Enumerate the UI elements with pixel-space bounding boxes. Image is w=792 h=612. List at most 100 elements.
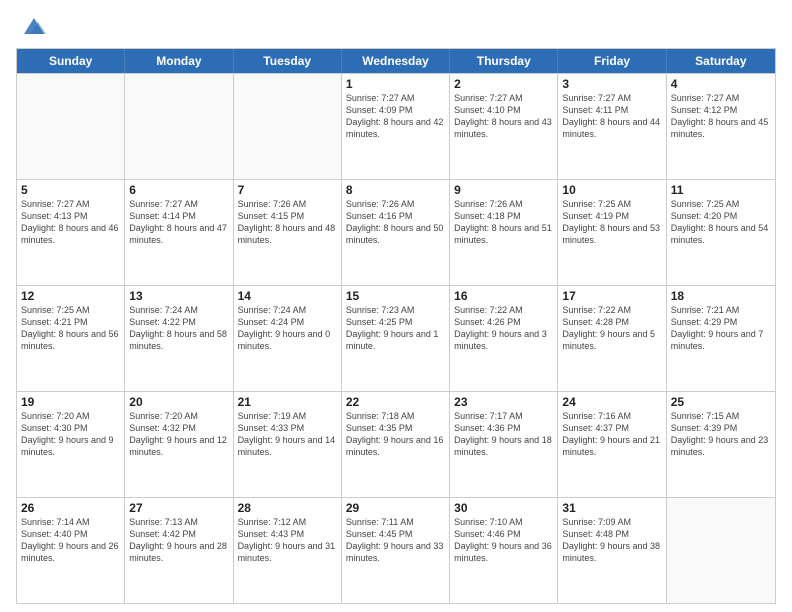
day-number: 22: [346, 395, 445, 409]
page-header: [16, 12, 776, 40]
day-number: 12: [21, 289, 120, 303]
calendar-cell: 15Sunrise: 7:23 AM Sunset: 4:25 PM Dayli…: [342, 286, 450, 391]
calendar-row-1: 5Sunrise: 7:27 AM Sunset: 4:13 PM Daylig…: [17, 179, 775, 285]
day-number: 9: [454, 183, 553, 197]
day-info: Sunrise: 7:26 AM Sunset: 4:16 PM Dayligh…: [346, 198, 445, 247]
day-info: Sunrise: 7:11 AM Sunset: 4:45 PM Dayligh…: [346, 516, 445, 565]
day-info: Sunrise: 7:22 AM Sunset: 4:28 PM Dayligh…: [562, 304, 661, 353]
calendar-cell: 27Sunrise: 7:13 AM Sunset: 4:42 PM Dayli…: [125, 498, 233, 603]
day-info: Sunrise: 7:09 AM Sunset: 4:48 PM Dayligh…: [562, 516, 661, 565]
logo-icon: [20, 12, 48, 40]
calendar-cell: [17, 74, 125, 179]
day-info: Sunrise: 7:24 AM Sunset: 4:24 PM Dayligh…: [238, 304, 337, 353]
day-info: Sunrise: 7:25 AM Sunset: 4:19 PM Dayligh…: [562, 198, 661, 247]
calendar-cell: 11Sunrise: 7:25 AM Sunset: 4:20 PM Dayli…: [667, 180, 775, 285]
calendar-cell: 24Sunrise: 7:16 AM Sunset: 4:37 PM Dayli…: [558, 392, 666, 497]
calendar-cell: 29Sunrise: 7:11 AM Sunset: 4:45 PM Dayli…: [342, 498, 450, 603]
calendar-body: 1Sunrise: 7:27 AM Sunset: 4:09 PM Daylig…: [17, 73, 775, 603]
day-info: Sunrise: 7:27 AM Sunset: 4:09 PM Dayligh…: [346, 92, 445, 141]
day-number: 3: [562, 77, 661, 91]
day-info: Sunrise: 7:14 AM Sunset: 4:40 PM Dayligh…: [21, 516, 120, 565]
day-info: Sunrise: 7:15 AM Sunset: 4:39 PM Dayligh…: [671, 410, 771, 459]
day-number: 17: [562, 289, 661, 303]
calendar-cell: 6Sunrise: 7:27 AM Sunset: 4:14 PM Daylig…: [125, 180, 233, 285]
calendar-cell: 14Sunrise: 7:24 AM Sunset: 4:24 PM Dayli…: [234, 286, 342, 391]
day-info: Sunrise: 7:21 AM Sunset: 4:29 PM Dayligh…: [671, 304, 771, 353]
day-number: 16: [454, 289, 553, 303]
day-info: Sunrise: 7:22 AM Sunset: 4:26 PM Dayligh…: [454, 304, 553, 353]
calendar-row-3: 19Sunrise: 7:20 AM Sunset: 4:30 PM Dayli…: [17, 391, 775, 497]
header-day-thursday: Thursday: [450, 49, 558, 73]
calendar-cell: 2Sunrise: 7:27 AM Sunset: 4:10 PM Daylig…: [450, 74, 558, 179]
day-info: Sunrise: 7:23 AM Sunset: 4:25 PM Dayligh…: [346, 304, 445, 353]
day-info: Sunrise: 7:13 AM Sunset: 4:42 PM Dayligh…: [129, 516, 228, 565]
day-number: 19: [21, 395, 120, 409]
calendar-cell: 25Sunrise: 7:15 AM Sunset: 4:39 PM Dayli…: [667, 392, 775, 497]
calendar-cell: 28Sunrise: 7:12 AM Sunset: 4:43 PM Dayli…: [234, 498, 342, 603]
day-number: 30: [454, 501, 553, 515]
day-info: Sunrise: 7:17 AM Sunset: 4:36 PM Dayligh…: [454, 410, 553, 459]
calendar-cell: 20Sunrise: 7:20 AM Sunset: 4:32 PM Dayli…: [125, 392, 233, 497]
calendar-row-2: 12Sunrise: 7:25 AM Sunset: 4:21 PM Dayli…: [17, 285, 775, 391]
calendar-cell: 8Sunrise: 7:26 AM Sunset: 4:16 PM Daylig…: [342, 180, 450, 285]
day-number: 25: [671, 395, 771, 409]
day-number: 14: [238, 289, 337, 303]
calendar-cell: 23Sunrise: 7:17 AM Sunset: 4:36 PM Dayli…: [450, 392, 558, 497]
day-number: 27: [129, 501, 228, 515]
calendar-cell: 5Sunrise: 7:27 AM Sunset: 4:13 PM Daylig…: [17, 180, 125, 285]
day-number: 15: [346, 289, 445, 303]
calendar-cell: 4Sunrise: 7:27 AM Sunset: 4:12 PM Daylig…: [667, 74, 775, 179]
day-number: 13: [129, 289, 228, 303]
calendar-cell: 1Sunrise: 7:27 AM Sunset: 4:09 PM Daylig…: [342, 74, 450, 179]
calendar-cell: 12Sunrise: 7:25 AM Sunset: 4:21 PM Dayli…: [17, 286, 125, 391]
header-day-friday: Friday: [558, 49, 666, 73]
day-info: Sunrise: 7:27 AM Sunset: 4:14 PM Dayligh…: [129, 198, 228, 247]
calendar-cell: 16Sunrise: 7:22 AM Sunset: 4:26 PM Dayli…: [450, 286, 558, 391]
header-day-sunday: Sunday: [17, 49, 125, 73]
day-number: 11: [671, 183, 771, 197]
calendar-cell: 3Sunrise: 7:27 AM Sunset: 4:11 PM Daylig…: [558, 74, 666, 179]
day-info: Sunrise: 7:25 AM Sunset: 4:20 PM Dayligh…: [671, 198, 771, 247]
day-number: 8: [346, 183, 445, 197]
calendar-cell: 18Sunrise: 7:21 AM Sunset: 4:29 PM Dayli…: [667, 286, 775, 391]
day-info: Sunrise: 7:10 AM Sunset: 4:46 PM Dayligh…: [454, 516, 553, 565]
day-info: Sunrise: 7:27 AM Sunset: 4:11 PM Dayligh…: [562, 92, 661, 141]
day-number: 4: [671, 77, 771, 91]
day-number: 6: [129, 183, 228, 197]
day-number: 20: [129, 395, 228, 409]
day-number: 28: [238, 501, 337, 515]
day-number: 31: [562, 501, 661, 515]
day-info: Sunrise: 7:26 AM Sunset: 4:18 PM Dayligh…: [454, 198, 553, 247]
day-info: Sunrise: 7:27 AM Sunset: 4:10 PM Dayligh…: [454, 92, 553, 141]
day-info: Sunrise: 7:18 AM Sunset: 4:35 PM Dayligh…: [346, 410, 445, 459]
calendar-cell: 19Sunrise: 7:20 AM Sunset: 4:30 PM Dayli…: [17, 392, 125, 497]
calendar-header: SundayMondayTuesdayWednesdayThursdayFrid…: [17, 49, 775, 73]
header-day-wednesday: Wednesday: [342, 49, 450, 73]
calendar-cell: [234, 74, 342, 179]
calendar-cell: 13Sunrise: 7:24 AM Sunset: 4:22 PM Dayli…: [125, 286, 233, 391]
calendar-cell: 9Sunrise: 7:26 AM Sunset: 4:18 PM Daylig…: [450, 180, 558, 285]
calendar-cell: 26Sunrise: 7:14 AM Sunset: 4:40 PM Dayli…: [17, 498, 125, 603]
day-info: Sunrise: 7:16 AM Sunset: 4:37 PM Dayligh…: [562, 410, 661, 459]
header-day-monday: Monday: [125, 49, 233, 73]
calendar-cell: 10Sunrise: 7:25 AM Sunset: 4:19 PM Dayli…: [558, 180, 666, 285]
day-info: Sunrise: 7:24 AM Sunset: 4:22 PM Dayligh…: [129, 304, 228, 353]
day-info: Sunrise: 7:12 AM Sunset: 4:43 PM Dayligh…: [238, 516, 337, 565]
day-number: 18: [671, 289, 771, 303]
calendar-cell: 17Sunrise: 7:22 AM Sunset: 4:28 PM Dayli…: [558, 286, 666, 391]
calendar: SundayMondayTuesdayWednesdayThursdayFrid…: [16, 48, 776, 604]
header-day-tuesday: Tuesday: [234, 49, 342, 73]
calendar-cell: 21Sunrise: 7:19 AM Sunset: 4:33 PM Dayli…: [234, 392, 342, 497]
calendar-row-0: 1Sunrise: 7:27 AM Sunset: 4:09 PM Daylig…: [17, 73, 775, 179]
page-container: SundayMondayTuesdayWednesdayThursdayFrid…: [0, 0, 792, 612]
day-number: 10: [562, 183, 661, 197]
day-info: Sunrise: 7:25 AM Sunset: 4:21 PM Dayligh…: [21, 304, 120, 353]
day-info: Sunrise: 7:27 AM Sunset: 4:12 PM Dayligh…: [671, 92, 771, 141]
day-number: 24: [562, 395, 661, 409]
day-number: 1: [346, 77, 445, 91]
day-number: 23: [454, 395, 553, 409]
day-number: 7: [238, 183, 337, 197]
calendar-cell: 30Sunrise: 7:10 AM Sunset: 4:46 PM Dayli…: [450, 498, 558, 603]
calendar-cell: 31Sunrise: 7:09 AM Sunset: 4:48 PM Dayli…: [558, 498, 666, 603]
day-number: 29: [346, 501, 445, 515]
